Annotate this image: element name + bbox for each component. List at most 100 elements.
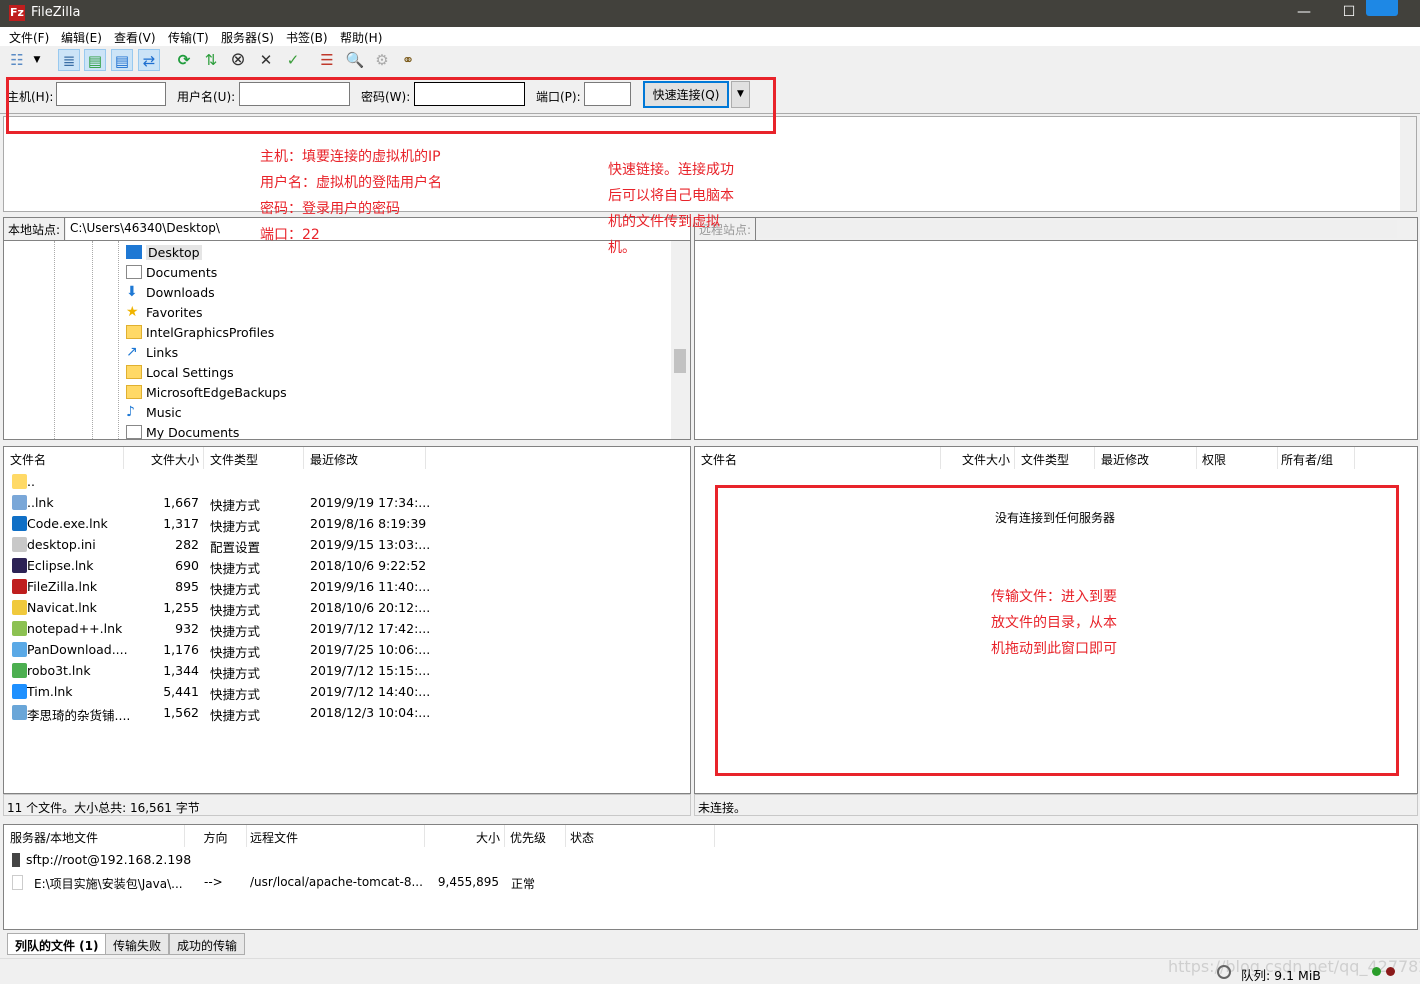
queue-column-size[interactable]: 大小 <box>425 825 505 847</box>
file-row[interactable]: FileZilla.lnk 895 快捷方式 2019/9/16 11:40:... <box>4 576 692 597</box>
navicat-icon <box>12 600 27 615</box>
toggle-remote-tree-icon[interactable]: ▤ <box>111 49 133 71</box>
tree-item-local-settings[interactable]: Local Settings <box>126 362 234 382</box>
column-filetype[interactable]: 文件类型 <box>210 447 304 469</box>
file-row[interactable]: Navicat.lnk 1,255 快捷方式 2018/10/6 20:12:... <box>4 597 692 618</box>
minimize-button[interactable]: — <box>1289 4 1319 20</box>
search-remote-icon[interactable]: ⚭ <box>397 49 419 71</box>
tab-successful-transfers[interactable]: 成功的传输 <box>169 933 246 955</box>
directory-filter-icon[interactable]: ☰ <box>316 49 338 71</box>
tab-failed-transfers[interactable]: 传输失败 <box>105 933 170 955</box>
site-manager-dropdown-icon[interactable]: ▼ <box>30 49 44 71</box>
directory-compare-icon[interactable]: 🔍 <box>344 49 366 71</box>
remote-status: 未连接。 <box>694 794 1418 816</box>
file-size: 1,317 <box>163 516 199 531</box>
menu-bookmarks[interactable]: 书签(B) <box>286 29 328 46</box>
toggle-transfer-queue-icon[interactable]: ⇄ <box>138 49 160 71</box>
site-manager-icon[interactable]: ☷ <box>6 49 28 71</box>
file-row[interactable]: .. <box>4 471 692 492</box>
file-row[interactable]: desktop.ini 282 配置设置 2019/9/15 13:03:... <box>4 534 692 555</box>
menu-server[interactable]: 服务器(S) <box>221 29 274 46</box>
file-size: 1,667 <box>163 495 199 510</box>
local-tree-scrollbar[interactable] <box>671 241 690 439</box>
file-type: 快捷方式 <box>210 687 261 702</box>
vscode-icon <box>12 516 27 531</box>
file-row[interactable]: Tim.lnk 5,441 快捷方式 2019/7/12 14:40:... <box>4 681 692 702</box>
file-row[interactable]: Eclipse.lnk 690 快捷方式 2018/10/6 9:22:52 <box>4 555 692 576</box>
column-filename[interactable]: 文件名 <box>701 447 941 469</box>
file-modified: 2019/9/15 13:03:... <box>310 537 431 552</box>
toggle-message-log-icon[interactable]: ≣ <box>58 49 80 71</box>
column-owner-group[interactable]: 所有者/组 <box>1281 447 1355 469</box>
column-filetype[interactable]: 文件类型 <box>1021 447 1095 469</box>
file-row[interactable]: robo3t.lnk 1,344 快捷方式 2019/7/12 15:15:... <box>4 660 692 681</box>
cancel-icon[interactable]: ⊗ <box>227 49 249 71</box>
maximize-button[interactable]: ☐ <box>1334 4 1364 20</box>
annotation-text: 机。 <box>608 240 636 256</box>
local-site-bar: 本地站点: C:\Users\46340\Desktop\ <box>3 217 691 241</box>
column-permissions[interactable]: 权限 <box>1202 447 1278 469</box>
file-row[interactable]: notepad++.lnk 932 快捷方式 2019/7/12 17:42:... <box>4 618 692 639</box>
queue-column-remote[interactable]: 远程文件 <box>250 825 425 847</box>
menu-file[interactable]: 文件(F) <box>9 29 49 46</box>
file-row[interactable]: 李思琦的杂货铺.... 1,562 快捷方式 2018/12/3 10:04:... <box>4 702 692 723</box>
queue-column-direction[interactable]: 方向 <box>185 825 247 847</box>
title-bar: Fz FileZilla — ☐ <box>0 0 1420 27</box>
file-size: 1,344 <box>163 663 199 678</box>
column-filename[interactable]: 文件名 <box>10 447 124 469</box>
reconnect-icon[interactable]: ✓ <box>282 49 304 71</box>
folder-icon <box>126 385 142 399</box>
folder-icon <box>126 365 142 379</box>
file-row[interactable]: PanDownload.... 1,176 快捷方式 2019/7/25 10:06:… <box>4 639 692 660</box>
file-name: Eclipse.lnk <box>27 558 94 573</box>
scroll-thumb[interactable] <box>674 349 686 373</box>
disconnect-icon[interactable]: ✕ <box>255 49 277 71</box>
log-scrollbar[interactable] <box>1400 117 1416 211</box>
column-filesize[interactable]: 文件大小 <box>941 447 1015 469</box>
refresh-icon[interactable]: ⟳ <box>173 49 195 71</box>
window-title: FileZilla <box>31 5 81 20</box>
file-size: 282 <box>175 537 199 552</box>
filezilla-logo-icon: Fz <box>9 5 25 21</box>
queue-column-status[interactable]: 状态 <box>570 825 715 847</box>
annotation-text: 机拖动到此窗口即可 <box>991 641 1117 657</box>
baidu-cloud-icon[interactable] <box>1366 0 1398 16</box>
queue-item[interactable]: E:\项目实施\安装包\Java\... --> /usr/local/apac… <box>4 873 1414 894</box>
file-row[interactable]: Code.exe.lnk 1,317 快捷方式 2019/8/16 8:19:39 <box>4 513 692 534</box>
file-name: Code.exe.lnk <box>27 516 108 531</box>
link-icon: ↗ <box>126 344 138 360</box>
column-modified[interactable]: 最近修改 <box>1101 447 1197 469</box>
filezilla-icon <box>12 579 27 594</box>
tree-item-my-documents[interactable]: My Documents <box>126 422 239 439</box>
column-modified[interactable]: 最近修改 <box>310 447 426 469</box>
tree-item-links[interactable]: ↗ Links <box>126 342 178 362</box>
tree-item-intelgraphicsprofiles[interactable]: IntelGraphicsProfiles <box>126 322 274 342</box>
queue-column-priority[interactable]: 优先级 <box>510 825 566 847</box>
menu-help[interactable]: 帮助(H) <box>340 29 382 46</box>
toolbar: ☷ ▼ ≣ ▤ ▤ ⇄ ⟳ ⇅ ⊗ ✕ ✓ ☰ 🔍 ⚙ ⚭ <box>0 46 1420 74</box>
file-modified: 2019/7/25 10:06:... <box>310 642 431 657</box>
remote-site-bar: 远程站点: <box>694 217 1418 241</box>
tab-queued-files[interactable]: 列队的文件 (1) <box>7 933 107 955</box>
tree-item-documents[interactable]: Documents <box>126 262 217 282</box>
toggle-local-tree-icon[interactable]: ▤ <box>84 49 106 71</box>
column-filesize[interactable]: 文件大小 <box>124 447 204 469</box>
local-path-input[interactable]: C:\Users\46340\Desktop\ <box>66 218 690 240</box>
queue-server[interactable]: sftp://root@192.168.2.198 <box>26 852 191 867</box>
file-row[interactable]: ..lnk 1,667 快捷方式 2019/9/19 17:34:... <box>4 492 692 513</box>
process-queue-icon[interactable]: ⇅ <box>200 49 222 71</box>
eclipse-icon <box>12 558 27 573</box>
speed-limit-icon[interactable] <box>1217 965 1231 979</box>
tree-item-microsoftedgebackups[interactable]: MicrosoftEdgeBackups <box>126 382 287 402</box>
menu-edit[interactable]: 编辑(E) <box>61 29 102 46</box>
remote-path-input[interactable] <box>759 220 1397 238</box>
tree-item-desktop[interactable]: Desktop <box>126 242 202 262</box>
menu-transfer[interactable]: 传输(T) <box>168 29 209 46</box>
sync-browse-icon[interactable]: ⚙ <box>371 49 393 71</box>
tree-item-favorites[interactable]: ★ Favorites <box>126 302 202 322</box>
tree-item-music[interactable]: ♪ Music <box>126 402 182 422</box>
queue-column-server-local[interactable]: 服务器/本地文件 <box>10 825 185 847</box>
menu-view[interactable]: 查看(V) <box>114 29 156 46</box>
tree-item-downloads[interactable]: ⬇ Downloads <box>126 282 215 302</box>
file-modified: 2019/8/16 8:19:39 <box>310 516 427 531</box>
